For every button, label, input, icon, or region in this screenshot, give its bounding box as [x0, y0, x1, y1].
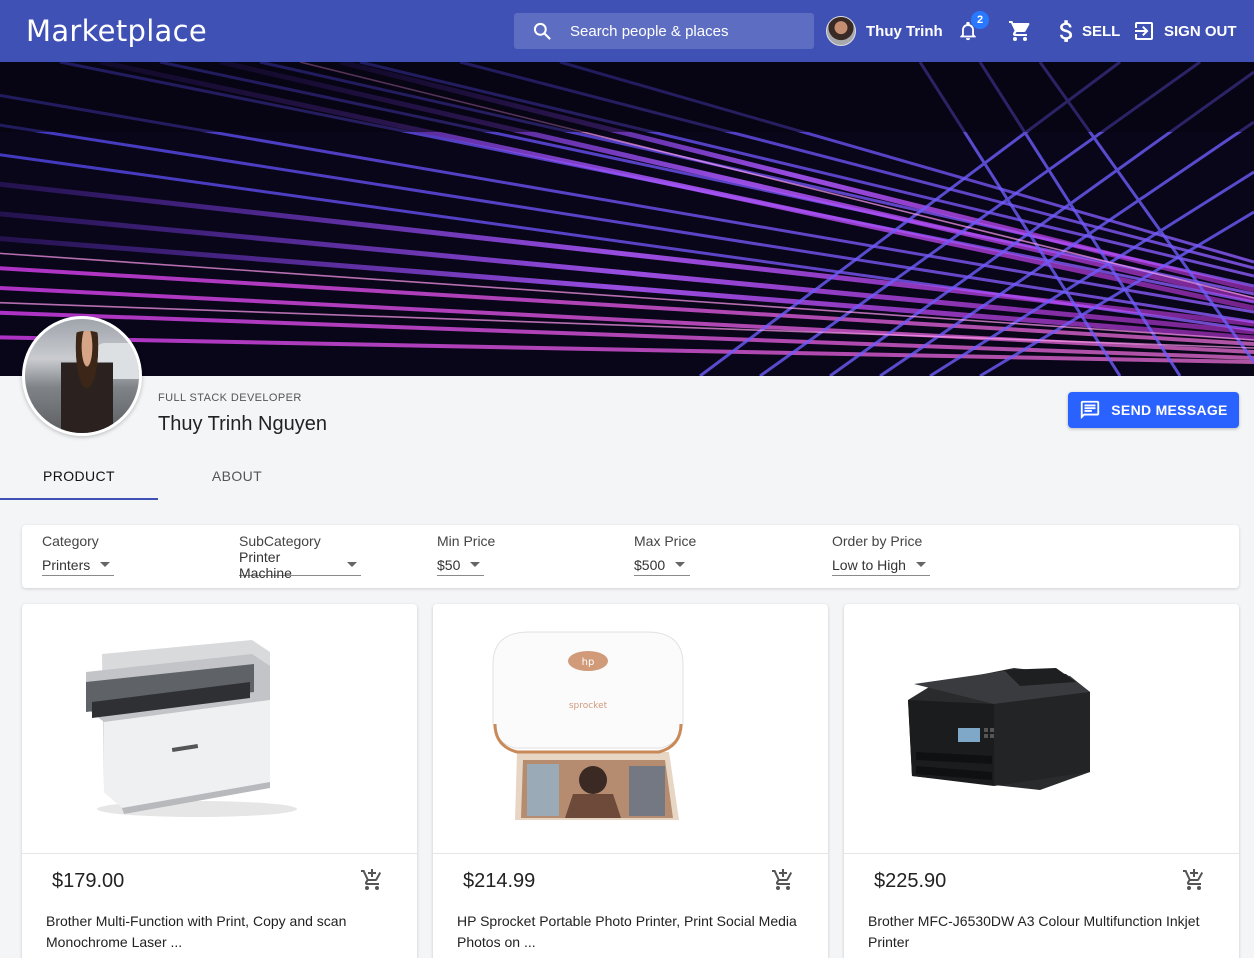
search-icon: [533, 22, 551, 40]
product-title[interactable]: HP Sprocket Portable Photo Printer, Prin…: [457, 911, 807, 953]
product-price: $179.00: [52, 870, 125, 892]
filter-label: Order by Price: [832, 533, 923, 549]
avatar: [826, 16, 856, 46]
product-card[interactable]: $225.90 Brother MFC-J6530DW A3 Colour Mu…: [844, 604, 1239, 958]
photo-printer-image: hp sprocket: [492, 631, 684, 820]
chevron-down-icon: [470, 562, 481, 567]
product-image[interactable]: hp sprocket: [433, 604, 828, 854]
select-value: $50: [437, 556, 461, 573]
category-select[interactable]: Printers: [42, 554, 114, 576]
sell-label: SELL: [1082, 22, 1121, 40]
subcategory-select[interactable]: Printer Machine: [239, 549, 361, 581]
product-image[interactable]: [22, 604, 417, 854]
sign-out-icon: [1135, 22, 1153, 40]
user-menu[interactable]: Thuy Trinh: [826, 15, 943, 47]
tab-product[interactable]: PRODUCT: [0, 454, 158, 500]
order-by-select[interactable]: Low to High: [832, 554, 930, 576]
inkjet-printer-image: [908, 668, 1090, 790]
product-title[interactable]: Brother Multi-Function with Print, Copy …: [46, 911, 396, 953]
select-value: $500: [634, 556, 666, 573]
sign-out-button[interactable]: SIGN OUT: [1132, 17, 1237, 45]
search-box[interactable]: [514, 13, 814, 49]
filter-label: Min Price: [437, 533, 496, 549]
cart-icon[interactable]: [1008, 19, 1032, 43]
dollar-icon: [1060, 20, 1073, 42]
message-icon: [1081, 400, 1100, 420]
chevron-down-icon: [100, 562, 111, 567]
cover-light-streaks: [0, 62, 1254, 376]
filter-max-price: Max Price $500: [634, 533, 696, 576]
notification-badge: 2: [971, 11, 989, 29]
app-bar: Marketplace Thuy Trinh 2 SELL SIGN OUT: [0, 0, 1254, 62]
filter-order-by-price: Order by Price Low to High: [832, 533, 930, 576]
product-card[interactable]: hp sprocket $214.99 HP Sprocket Portable…: [433, 604, 828, 958]
product-price: $225.90: [874, 870, 947, 892]
add-to-cart-icon[interactable]: [360, 868, 384, 892]
search-input[interactable]: [570, 13, 806, 49]
select-value: Printer Machine: [239, 548, 292, 581]
chevron-down-icon: [675, 562, 686, 567]
chevron-down-icon: [915, 562, 926, 567]
profile-tabs: PRODUCT ABOUT: [0, 454, 320, 502]
chevron-down-icon: [347, 562, 357, 567]
filter-label: SubCategory: [239, 533, 321, 549]
filter-min-price: Min Price $50: [437, 533, 495, 576]
svg-text:sprocket: sprocket: [569, 701, 608, 711]
select-value: Low to High: [832, 556, 906, 573]
filter-label: Category: [42, 533, 99, 549]
tab-about[interactable]: ABOUT: [158, 454, 316, 500]
sign-out-label: SIGN OUT: [1164, 22, 1237, 40]
profile-avatar: [22, 316, 142, 436]
avatar-photo-person: [61, 331, 113, 433]
sell-button[interactable]: SELL: [1058, 17, 1120, 45]
product-image[interactable]: [844, 604, 1239, 854]
product-price: $214.99: [463, 870, 536, 892]
product-card[interactable]: $179.00 Brother Multi-Function with Prin…: [22, 604, 417, 958]
filter-subcategory: SubCategory Printer Machine: [239, 533, 361, 581]
cover-image: [0, 62, 1254, 376]
product-title[interactable]: Brother MFC-J6530DW A3 Colour Multifunct…: [868, 911, 1218, 953]
max-price-select[interactable]: $500: [634, 554, 690, 576]
send-message-label: SEND MESSAGE: [1111, 402, 1228, 418]
laser-printer-image: [86, 640, 297, 817]
send-message-button[interactable]: SEND MESSAGE: [1068, 392, 1239, 428]
filter-bar: Category Printers SubCategory Printer Ma…: [22, 525, 1239, 588]
filter-label: Max Price: [634, 533, 697, 549]
user-name: Thuy Trinh: [866, 22, 943, 40]
app-title[interactable]: Marketplace: [26, 14, 207, 48]
add-to-cart-icon[interactable]: [771, 868, 795, 892]
svg-text:hp: hp: [582, 657, 595, 668]
filter-category: Category Printers: [42, 533, 114, 576]
profile-name: Thuy Trinh Nguyen: [158, 413, 327, 435]
min-price-select[interactable]: $50: [437, 554, 484, 576]
select-value: Printers: [42, 556, 91, 573]
active-tab-indicator: [0, 498, 158, 500]
profile-role: FULL STACK DEVELOPER: [158, 392, 302, 404]
add-to-cart-icon[interactable]: [1182, 868, 1206, 892]
